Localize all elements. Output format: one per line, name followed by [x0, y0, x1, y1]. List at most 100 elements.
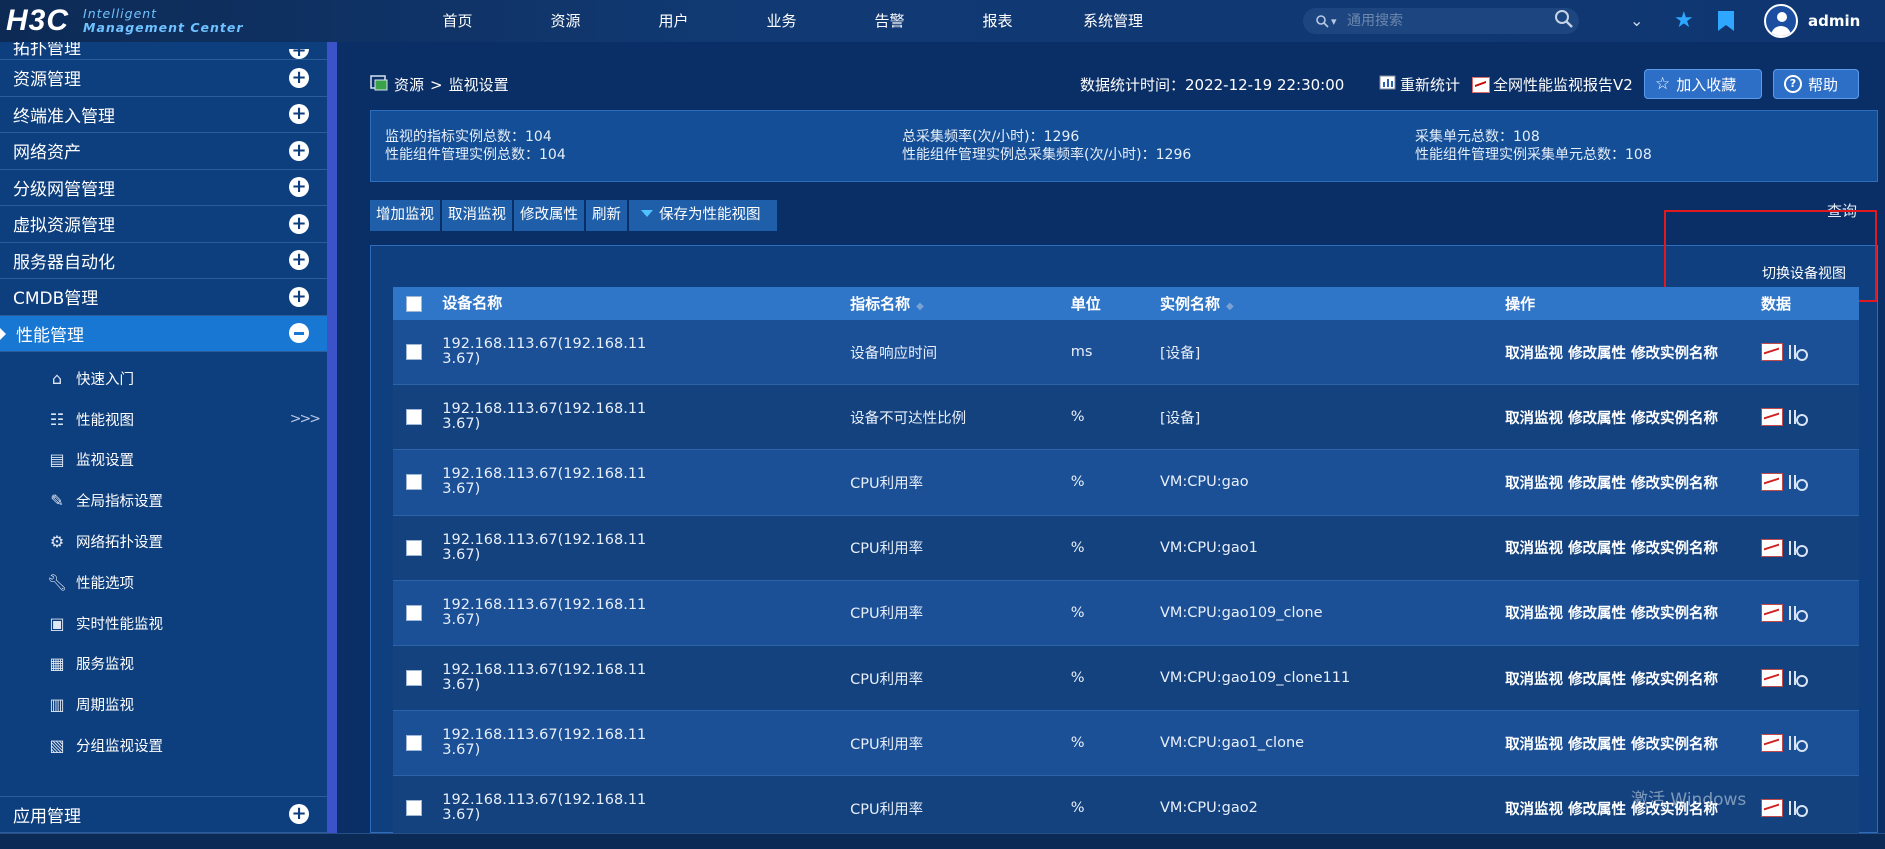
- nav-home[interactable]: 首页: [420, 0, 495, 42]
- expand-plus-icon[interactable]: +: [289, 250, 309, 271]
- logo[interactable]: H3C Intelligent Management Center: [6, 4, 244, 38]
- cancel-monitor-button[interactable]: 取消监视: [442, 200, 512, 231]
- row-checkbox[interactable]: [406, 409, 422, 426]
- nav-user[interactable]: 用户: [636, 0, 711, 42]
- sidebar-item-server-automation[interactable]: 服务器自动化 +: [0, 243, 327, 279]
- cancel-monitor-link[interactable]: 取消监视: [1505, 541, 1563, 557]
- sort-icon[interactable]: ◆: [916, 301, 924, 312]
- username[interactable]: admin: [1808, 12, 1860, 30]
- line-chart-icon[interactable]: [1760, 473, 1783, 492]
- table-row[interactable]: 192.168.113.67(192.168.11 3.67) CPU利用率% VM:…: [393, 711, 1859, 777]
- submenu-performance-view[interactable]: ☷ 性能视图 >>>: [0, 399, 327, 440]
- sidebar-item-cmdb[interactable]: CMDB管理 +: [0, 279, 327, 316]
- submenu-quick-start[interactable]: ⌂ 快速入门: [0, 358, 327, 399]
- expand-plus-icon[interactable]: +: [289, 804, 309, 825]
- recount-link[interactable]: 重新统计: [1379, 74, 1460, 95]
- row-checkbox[interactable]: [406, 670, 422, 687]
- refresh-button[interactable]: 刷新: [586, 200, 627, 231]
- line-chart-icon[interactable]: [1760, 538, 1783, 557]
- search-scope-dropdown[interactable]: ▾: [1303, 14, 1347, 28]
- line-chart-icon[interactable]: [1760, 603, 1783, 622]
- sidebar-item-terminal-access[interactable]: 终端准入管理 +: [0, 97, 327, 133]
- cancel-monitor-link[interactable]: 取消监视: [1505, 737, 1563, 753]
- column-instance[interactable]: 实例名称 ◆: [1160, 293, 1505, 314]
- line-chart-icon[interactable]: [1760, 734, 1783, 753]
- data-search-icon[interactable]: [1787, 604, 1809, 622]
- table-row[interactable]: 192.168.113.67(192.168.11 3.67) CPU利用率% VM:…: [393, 645, 1859, 712]
- line-chart-icon[interactable]: [1760, 408, 1783, 427]
- nav-system[interactable]: 系统管理: [1068, 0, 1158, 42]
- nav-service[interactable]: 业务: [744, 0, 819, 42]
- expand-plus-icon[interactable]: +: [289, 286, 309, 307]
- add-monitor-button[interactable]: 增加监视: [370, 200, 440, 231]
- row-checkbox[interactable]: [406, 539, 422, 556]
- rename-instance-link[interactable]: 修改实例名称: [1631, 606, 1718, 622]
- modify-attributes-link[interactable]: 修改属性: [1568, 346, 1626, 362]
- rename-instance-link[interactable]: 修改实例名称: [1631, 411, 1718, 427]
- sidebar-item-topology[interactable]: 拓扑管理 +: [0, 42, 327, 60]
- table-row[interactable]: 192.168.113.67(192.168.11 3.67) 设备不可达性比例%[…: [393, 385, 1859, 451]
- cancel-monitor-link[interactable]: 取消监视: [1505, 346, 1563, 362]
- rename-instance-link[interactable]: 修改实例名称: [1631, 346, 1718, 362]
- star-icon[interactable]: ★: [1674, 10, 1694, 32]
- select-all-checkbox[interactable]: [406, 295, 422, 312]
- save-as-view-button[interactable]: 保存为性能视图: [629, 200, 777, 231]
- column-device[interactable]: 设备名称: [442, 296, 850, 311]
- cancel-monitor-link[interactable]: 取消监视: [1505, 606, 1563, 622]
- nav-resource[interactable]: 资源: [528, 0, 603, 42]
- line-chart-icon[interactable]: [1760, 669, 1783, 688]
- expand-plus-icon[interactable]: +: [289, 177, 309, 198]
- data-search-icon[interactable]: [1787, 799, 1809, 818]
- sort-icon[interactable]: ◆: [1226, 301, 1234, 312]
- table-row[interactable]: 192.168.113.67(192.168.11 3.67) CPU利用率% VM:…: [393, 450, 1859, 516]
- search-input[interactable]: [1347, 9, 1549, 33]
- modify-attributes-link[interactable]: 修改属性: [1568, 541, 1626, 557]
- line-chart-icon[interactable]: [1760, 799, 1783, 818]
- submenu-global-metric[interactable]: ✎ 全局指标设置: [0, 480, 327, 521]
- avatar[interactable]: [1764, 4, 1798, 38]
- help-button[interactable]: ? 帮助: [1773, 69, 1859, 99]
- collapse-chevron-icon[interactable]: ⌄: [1630, 10, 1643, 32]
- submenu-group-monitor[interactable]: ▧ 分组监视设置: [0, 725, 327, 766]
- table-row[interactable]: 192.168.113.67(192.168.11 3.67) CPU利用率% VM:…: [393, 515, 1859, 581]
- data-search-icon[interactable]: [1787, 343, 1809, 362]
- line-chart-icon[interactable]: [1760, 343, 1783, 362]
- rename-instance-link[interactable]: 修改实例名称: [1631, 476, 1718, 492]
- add-favorite-button[interactable]: ☆ 加入收藏: [1644, 69, 1762, 99]
- collapse-minus-icon[interactable]: [289, 323, 309, 344]
- rename-instance-link[interactable]: 修改实例名称: [1631, 541, 1718, 557]
- search-icon[interactable]: [1549, 9, 1579, 33]
- expand-plus-icon[interactable]: +: [289, 67, 309, 88]
- nav-alarm[interactable]: 告警: [852, 0, 927, 42]
- modify-attributes-link[interactable]: 修改属性: [1568, 802, 1626, 818]
- submenu-realtime-monitor[interactable]: ▣ 实时性能监视: [0, 603, 327, 644]
- sidebar-item-performance[interactable]: 性能管理: [0, 315, 327, 352]
- row-checkbox[interactable]: [406, 474, 422, 491]
- modify-attributes-link[interactable]: 修改属性: [1568, 737, 1626, 753]
- data-search-icon[interactable]: [1787, 734, 1809, 753]
- expand-plus-icon[interactable]: +: [289, 213, 309, 234]
- rename-instance-link[interactable]: 修改实例名称: [1631, 672, 1718, 688]
- data-search-icon[interactable]: [1787, 539, 1809, 557]
- cancel-monitor-link[interactable]: 取消监视: [1505, 802, 1563, 818]
- rename-instance-link[interactable]: 修改实例名称: [1631, 737, 1718, 753]
- row-checkbox[interactable]: [406, 800, 422, 817]
- submenu-performance-options[interactable]: 🔧︎ 性能选项: [0, 562, 327, 603]
- sidebar-item-network-assets[interactable]: 网络资产 +: [0, 133, 327, 170]
- table-row[interactable]: 192.168.113.67(192.168.11 3.67) 设备响应时间 ms [设…: [393, 320, 1859, 386]
- nav-report[interactable]: 报表: [960, 0, 1035, 42]
- modify-attributes-link[interactable]: 修改属性: [1568, 672, 1626, 688]
- data-search-icon[interactable]: [1787, 408, 1809, 427]
- expand-plus-icon[interactable]: +: [289, 49, 309, 59]
- cancel-monitor-link[interactable]: 取消监视: [1505, 411, 1563, 427]
- submenu-monitor-settings[interactable]: ▤ 监视设置: [0, 440, 327, 481]
- sidebar-item-app-management[interactable]: 应用管理 +: [0, 796, 327, 833]
- bookmark-icon[interactable]: [1717, 10, 1735, 37]
- row-checkbox[interactable]: [406, 735, 422, 752]
- data-search-icon[interactable]: [1787, 669, 1809, 688]
- sidebar-item-virtual-resource[interactable]: 虚拟资源管理 +: [0, 206, 327, 243]
- table-row[interactable]: 192.168.113.67(192.168.11 3.67) CPU利用率% VM:…: [393, 580, 1859, 646]
- submenu-topology-settings[interactable]: ⚙ 网络拓扑设置: [0, 521, 327, 562]
- submenu-periodic-monitor[interactable]: ▥ 周期监视: [0, 684, 327, 725]
- modify-attributes-link[interactable]: 修改属性: [1568, 606, 1626, 622]
